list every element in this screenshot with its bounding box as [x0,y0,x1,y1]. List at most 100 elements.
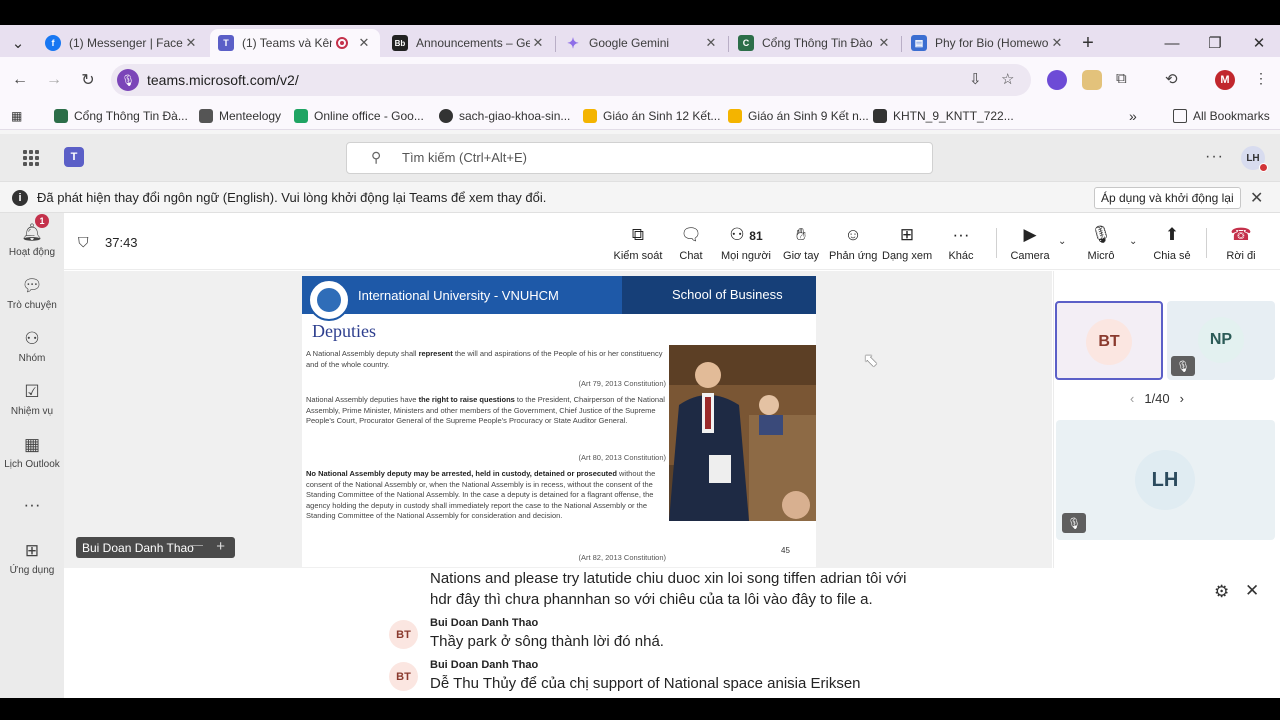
share-button[interactable]: ⬆ Chia sẻ [1152,224,1192,266]
browser-tab-teams[interactable]: T (1) Teams và Kênh ✕ [210,29,380,57]
next-page-icon[interactable]: › [1180,391,1184,406]
rail-item-apps[interactable]: ⊞ Ứng dụng [0,540,64,590]
raise-hand-button[interactable]: ✋︎ Giơ tay [782,224,820,266]
install-app-icon[interactable]: ⇩ [969,70,982,88]
people-button[interactable]: ⚇ 81 Mọi người [719,224,773,266]
reload-icon[interactable]: ↻ [76,68,100,92]
slide-photo [669,345,816,521]
participant-tile-np[interactable]: NP 🎙︎ [1167,301,1275,380]
mic-off-icon: 🎙︎ [1090,225,1112,244]
browser-tab-gemini[interactable]: ✦ Google Gemini ✕ [557,29,727,57]
back-icon[interactable]: ← [8,68,32,92]
caption-close-icon[interactable]: ✕ [1245,581,1259,601]
apps-grid-icon[interactable]: ▦ [11,107,22,125]
bookmark-item[interactable]: KHTN_9_KNTT_722... [873,107,1014,125]
bookmark-star-icon[interactable]: ☆ [1001,70,1014,88]
close-notice-icon[interactable]: ✕ [1250,188,1263,208]
tab-divider [901,36,902,52]
rail-item-activity[interactable]: 🔔︎ 1 Hoạt động [0,214,64,272]
more-icon: ··· [952,225,970,244]
browser-tab-portal[interactable]: C Cổng Thông Tin Đào ✕ [730,29,900,57]
view-button[interactable]: ⊞ Dạng xem [882,224,932,266]
teams-search[interactable]: ⚲ [346,142,933,174]
forward-icon[interactable]: → [42,68,66,92]
tab-search-chevron-icon[interactable]: ⌄ [8,29,28,57]
rail-item-teams[interactable]: ⚇ Nhóm [0,328,64,378]
extension-icon[interactable] [1047,70,1067,90]
reaction-button[interactable]: ☺ Phản ứng [829,224,877,266]
profile-avatar[interactable]: M [1215,70,1235,90]
camera-label: Camera [1010,250,1050,262]
camera-options-chevron-icon[interactable]: ⌄ [1058,236,1066,247]
slide-page-number: 45 [781,546,790,555]
browser-menu-icon[interactable]: ⋮ [1254,70,1274,90]
bookmark-item[interactable]: Menteelogy [199,107,281,125]
previous-page-icon[interactable]: ‹ [1130,391,1134,406]
bookmark-item[interactable]: Online office - Goo... [294,107,424,125]
more-actions-button[interactable]: ··· Khác [944,224,978,266]
browser-tab-phy-bio[interactable]: ▤ Phy for Bio (Homework ✕ [903,29,1073,57]
rail-more-apps[interactable]: ··· [0,494,64,544]
bookmark-label: KHTN_9_KNTT_722... [893,109,1014,123]
apply-restart-button[interactable]: Áp dụng và khởi động lại [1094,187,1241,209]
share-label: Chia sẻ [1153,250,1191,262]
chat-button[interactable]: 🗨︎ Chat [673,224,709,266]
browser-tab-messenger[interactable]: f (1) Messenger | Facebook ✕ [37,29,207,57]
all-bookmarks[interactable]: All Bookmarks [1173,107,1270,125]
bookmark-item[interactable]: sach-giao-khoa-sin... [439,107,570,125]
new-tab-icon[interactable]: + [1078,29,1098,57]
rail-label: Nhóm [18,353,46,364]
site-info-icon[interactable]: 🎙 [117,69,139,91]
search-input[interactable] [402,150,802,165]
participant-tile-lh[interactable]: LH 🎙︎ [1056,420,1275,540]
people-label: Mọi người [720,250,772,262]
people-icon: ⚇ 81 [729,225,763,244]
bookmark-icon [54,109,68,123]
bookmark-item[interactable]: Cổng Thông Tin Đà... [54,107,188,125]
address-bar[interactable]: 🎙 teams.microsoft.com/v2/ ⇩ ☆ [111,64,1031,96]
camera-button[interactable]: ▶︎ Camera [1008,224,1052,266]
caption-text: Dễ Thu Thủy để của chị support of Nation… [430,675,861,692]
window-close-icon[interactable]: ✕ [1249,29,1269,57]
expand-share-icon[interactable]: + [216,538,225,555]
rail-item-calendar[interactable]: ▦ Lịch Outlook [0,434,64,484]
page-indicator: 1/40 [1144,391,1170,406]
meeting-timer: 37:43 [105,235,138,250]
rail-item-chat[interactable]: 💬︎ Trò chuyện [0,275,64,325]
close-tab-icon[interactable]: ✕ [703,35,719,51]
restore-icon[interactable]: ❐ [1205,29,1225,57]
close-tab-icon[interactable]: ✕ [876,35,892,51]
control-button[interactable]: ⧉ Kiểm soát [613,224,663,266]
participant-tile-bt[interactable]: BT [1055,301,1163,380]
extensions-puzzle-icon[interactable]: ⧉ [1116,70,1136,90]
leave-button[interactable]: ☎︎ Rời đi [1222,224,1260,266]
screen-share-icon[interactable]: ⟲ [1165,70,1185,90]
bookmark-item[interactable]: Giáo án Sinh 12 Kết... [583,107,720,125]
bookmark-item[interactable]: Giáo án Sinh 9 Kết n... [728,107,869,125]
bookmark-icon [199,109,213,123]
avatar: NP [1198,317,1244,363]
slide-paragraph: No National Assembly deputy may be arres… [306,469,656,520]
raise-hand-label: Giơ tay [783,250,819,262]
user-avatar[interactable]: LH [1241,146,1268,172]
deputy-photo-illustration [669,345,816,521]
minimize-icon[interactable]: — [1162,29,1182,57]
close-tab-icon[interactable]: ✕ [183,35,199,51]
close-tab-icon[interactable]: ✕ [530,35,546,51]
minimize-share-icon[interactable]: — [190,537,203,552]
caption-text: Thầy park ở sông thành lời đó nhá. [430,633,664,650]
university-logo-icon [308,279,350,321]
slide-header: International University - VNUHCM School… [302,276,816,321]
caption-settings-gear-icon[interactable]: ⚙ [1214,582,1229,602]
settings-more-icon[interactable]: ··· [1205,148,1224,166]
close-tab-icon[interactable]: ✕ [356,35,372,51]
mic-button[interactable]: 🎙︎ Micrô [1082,224,1120,266]
rail-item-tasks[interactable]: ☑ Nhiệm vụ [0,381,64,431]
more-bookmarks-icon[interactable]: » [1129,107,1137,125]
avatar: LH [1135,450,1195,510]
mic-options-chevron-icon[interactable]: ⌄ [1129,236,1137,247]
app-launcher-icon[interactable] [23,150,39,166]
extension-icon[interactable] [1082,70,1102,90]
close-tab-icon[interactable]: ✕ [1049,35,1065,51]
browser-tab-announcements[interactable]: Bb Announcements – Ge ✕ [384,29,554,57]
